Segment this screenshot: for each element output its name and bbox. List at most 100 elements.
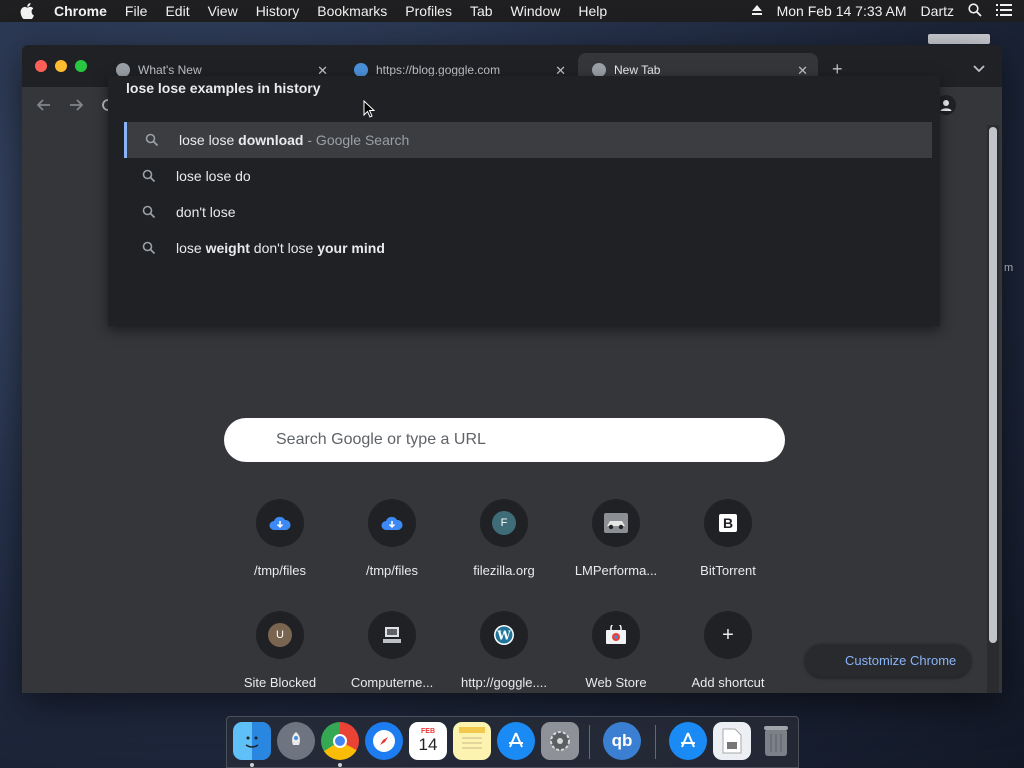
notes-icon[interactable] xyxy=(453,722,491,760)
calendar-icon[interactable]: FEB 14 xyxy=(409,722,447,760)
menu-view[interactable]: View xyxy=(208,3,238,19)
shortcut-label: Web Store xyxy=(585,675,647,690)
menu-profiles[interactable]: Profiles xyxy=(405,3,452,19)
letter-u-icon: U xyxy=(256,611,304,659)
menu-file[interactable]: File xyxy=(125,3,148,19)
search-icon xyxy=(142,241,156,255)
finder-icon[interactable] xyxy=(233,722,271,760)
desktop-partial-text: m xyxy=(1004,262,1014,274)
tab-title: New Tab xyxy=(614,63,661,77)
shortcut-tile[interactable]: /tmp/files xyxy=(224,499,336,599)
suggestion-bold-text: your mind xyxy=(317,240,385,256)
menu-tab[interactable]: Tab xyxy=(470,3,493,19)
close-window-button[interactable] xyxy=(35,60,47,72)
macos-dock: FEB 14 qb xyxy=(226,716,799,768)
back-arrow-icon[interactable] xyxy=(34,95,54,115)
omnibox-dropdown: lose lose examples in history lose lose … xyxy=(108,76,940,326)
shortcut-label: filezilla.org xyxy=(473,563,535,578)
page-scrollbar[interactable] xyxy=(987,125,999,693)
menu-history[interactable]: History xyxy=(256,3,300,19)
ntp-search-box[interactable]: Search Google or type a URL xyxy=(224,418,785,462)
trash-icon[interactable] xyxy=(757,722,795,760)
running-indicator xyxy=(250,763,254,767)
suggestion-text: don't lose xyxy=(176,204,236,220)
zoom-window-button[interactable] xyxy=(75,60,87,72)
suggestion-bold-text: weight xyxy=(205,240,250,256)
shortcut-label: BitTorrent xyxy=(700,563,756,578)
menubar-user[interactable]: Dartz xyxy=(921,3,954,19)
customize-chrome-label: Customize Chrome xyxy=(845,653,957,668)
running-indicator xyxy=(338,763,342,767)
omnibox-input[interactable]: lose lose examples in history xyxy=(126,80,321,96)
shortcut-tile[interactable]: /tmp/files xyxy=(336,499,448,599)
omnibox-suggestion[interactable]: lose lose do xyxy=(124,158,932,194)
minimize-window-button[interactable] xyxy=(55,60,67,72)
chrome-icon xyxy=(116,63,130,77)
apple-menu-icon[interactable] xyxy=(20,3,36,19)
suggestion-text: lose lose do xyxy=(176,168,251,184)
omnibox-suggestion[interactable]: lose lose download - Google Search xyxy=(124,122,932,158)
menubar: Chrome File Edit View History Bookmarks … xyxy=(0,0,1024,22)
system-preferences-gear-icon[interactable] xyxy=(541,722,579,760)
omnibox-suggestion[interactable]: don't lose xyxy=(124,194,932,230)
shortcut-tile[interactable]: Computerne... xyxy=(336,611,448,693)
chrome-icon xyxy=(592,63,606,77)
search-icon xyxy=(142,205,156,219)
bittorrent-b-icon: B xyxy=(704,499,752,547)
plus-icon: + xyxy=(704,611,752,659)
menu-app-name[interactable]: Chrome xyxy=(54,3,107,19)
applications-folder-icon[interactable] xyxy=(669,722,707,760)
forward-arrow-icon[interactable] xyxy=(66,95,86,115)
safari-compass-icon[interactable] xyxy=(365,722,403,760)
car-thumbnail-icon xyxy=(592,499,640,547)
app-store-icon[interactable] xyxy=(497,722,535,760)
shortcut-tile[interactable]: U Site Blocked xyxy=(224,611,336,693)
web-store-icon xyxy=(592,611,640,659)
shortcut-label: Computerne... xyxy=(350,675,434,690)
suggestion-text: don't lose xyxy=(249,240,318,256)
qbittorrent-icon[interactable]: qb xyxy=(603,722,641,760)
control-center-icon[interactable] xyxy=(996,3,1012,19)
shortcut-label: Site Blocked xyxy=(243,675,317,690)
desktop-window-thumbnail xyxy=(928,34,990,44)
shortcut-tile[interactable]: F filezilla.org xyxy=(448,499,560,599)
shortcut-label: http://goggle.... xyxy=(460,675,547,690)
suggestion-bold-text: download xyxy=(238,132,304,148)
menu-window[interactable]: Window xyxy=(511,3,561,19)
shortcut-tile[interactable]: Web Store xyxy=(560,611,672,693)
omnibox-suggestion[interactable]: lose weight don't lose your mind xyxy=(124,230,932,266)
eject-icon[interactable] xyxy=(751,3,763,19)
ntp-search-placeholder: Search Google or type a URL xyxy=(276,431,486,448)
launchpad-rocket-icon[interactable] xyxy=(277,722,315,760)
shortcut-label: Add shortcut xyxy=(691,675,765,690)
add-shortcut-button[interactable]: + Add shortcut xyxy=(672,611,784,693)
shortcut-tile[interactable]: LMPerforma... xyxy=(560,499,672,599)
menubar-clock[interactable]: Mon Feb 14 7:33 AM xyxy=(777,3,907,19)
shortcut-tile[interactable]: B BitTorrent xyxy=(672,499,784,599)
customize-chrome-button[interactable]: Customize Chrome xyxy=(805,644,971,677)
wordpress-icon xyxy=(354,63,368,77)
dock-separator xyxy=(655,725,656,759)
cloud-icon xyxy=(256,499,304,547)
scrollbar-thumb[interactable] xyxy=(989,127,997,643)
tab-title: https://blog.goggle.com xyxy=(376,63,501,77)
suggestion-suffix: - Google Search xyxy=(303,132,410,148)
menu-bookmarks[interactable]: Bookmarks xyxy=(317,3,387,19)
search-icon xyxy=(142,169,156,183)
computer-icon xyxy=(368,611,416,659)
svg-text:W: W xyxy=(496,629,511,643)
dock-separator xyxy=(589,725,590,759)
menu-edit[interactable]: Edit xyxy=(165,3,189,19)
document-file-icon[interactable] xyxy=(713,722,751,760)
chrome-icon[interactable] xyxy=(321,722,359,760)
spotlight-search-icon[interactable] xyxy=(968,2,982,20)
search-icon xyxy=(145,133,159,147)
suggestion-text: lose xyxy=(176,240,206,256)
shortcut-label: LMPerforma... xyxy=(574,563,658,578)
menu-help[interactable]: Help xyxy=(578,3,607,19)
cloud-icon xyxy=(368,499,416,547)
shortcut-tile[interactable]: W http://goggle.... xyxy=(448,611,560,693)
tab-search-chevron-icon[interactable] xyxy=(972,61,986,73)
mouse-cursor-icon xyxy=(363,99,376,118)
suggestion-text: lose lose xyxy=(179,132,239,148)
